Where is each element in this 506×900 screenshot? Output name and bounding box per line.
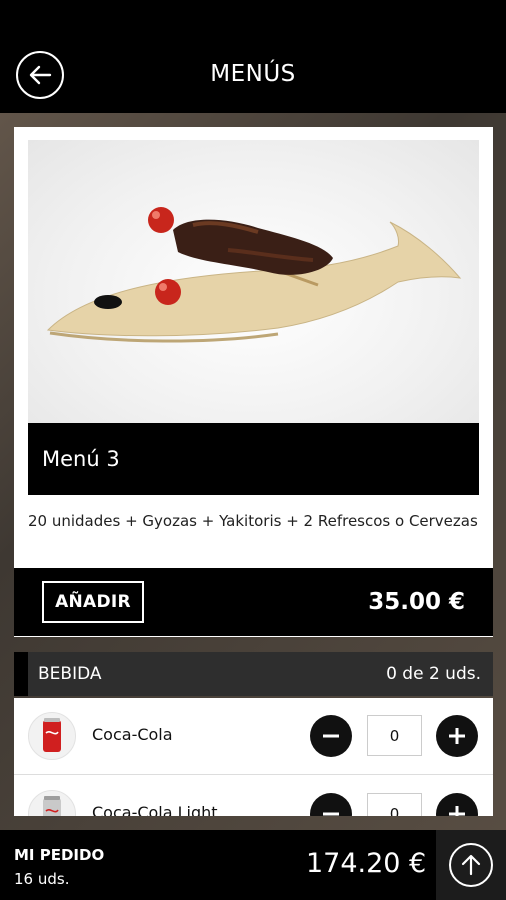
- coca-cola-can-icon: [28, 712, 76, 760]
- plus-icon: [449, 728, 465, 744]
- quantity-input[interactable]: [367, 715, 422, 756]
- page-title: MENÚS: [210, 60, 296, 87]
- view-order-button[interactable]: [449, 843, 493, 887]
- menu-photo: [28, 140, 479, 423]
- top-app-bar: MENÚS: [0, 0, 506, 113]
- plus-icon: [449, 806, 465, 816]
- add-bar: AÑADIR 35.00 €: [14, 568, 493, 636]
- item-name: Coca-Cola: [92, 725, 173, 744]
- decrease-button[interactable]: [310, 715, 352, 757]
- menu-card: Menú 3 20 unidades + Gyozas + Yakitoris …: [14, 127, 493, 637]
- minus-icon: [323, 812, 339, 816]
- increase-button[interactable]: [436, 793, 478, 816]
- quantity-input[interactable]: [367, 793, 422, 816]
- menu-description: 20 unidades + Gyozas + Yakitoris + 2 Ref…: [28, 512, 478, 530]
- arrow-left-icon: [29, 65, 52, 85]
- drink-list: Coca-Cola Coca-Cola Light: [14, 698, 493, 816]
- add-button[interactable]: AÑADIR: [42, 581, 144, 623]
- order-label: MI PEDIDO: [14, 846, 105, 864]
- menu-title: Menú 3: [42, 447, 120, 471]
- menu-price: 35.00 €: [368, 589, 465, 615]
- section-name: BEBIDA: [38, 664, 102, 684]
- menu-title-bar: Menú 3: [28, 423, 479, 495]
- section-header: BEBIDA 0 de 2 uds.: [14, 652, 493, 696]
- order-count: 16 uds.: [14, 870, 70, 888]
- list-item: Coca-Cola Light: [14, 776, 493, 816]
- decrease-button[interactable]: [310, 793, 352, 816]
- back-button[interactable]: [16, 51, 64, 99]
- coca-cola-light-can-icon: [28, 790, 76, 816]
- order-footer: MI PEDIDO 16 uds. 174.20 €: [0, 830, 506, 900]
- increase-button[interactable]: [436, 715, 478, 757]
- list-item: Coca-Cola: [14, 698, 493, 775]
- section-count: 0 de 2 uds.: [386, 664, 481, 684]
- order-total: 174.20 €: [306, 848, 427, 879]
- view-order-panel: [436, 830, 506, 900]
- item-name: Coca-Cola Light: [92, 803, 218, 816]
- arrow-up-icon: [461, 854, 481, 876]
- minus-icon: [323, 734, 339, 738]
